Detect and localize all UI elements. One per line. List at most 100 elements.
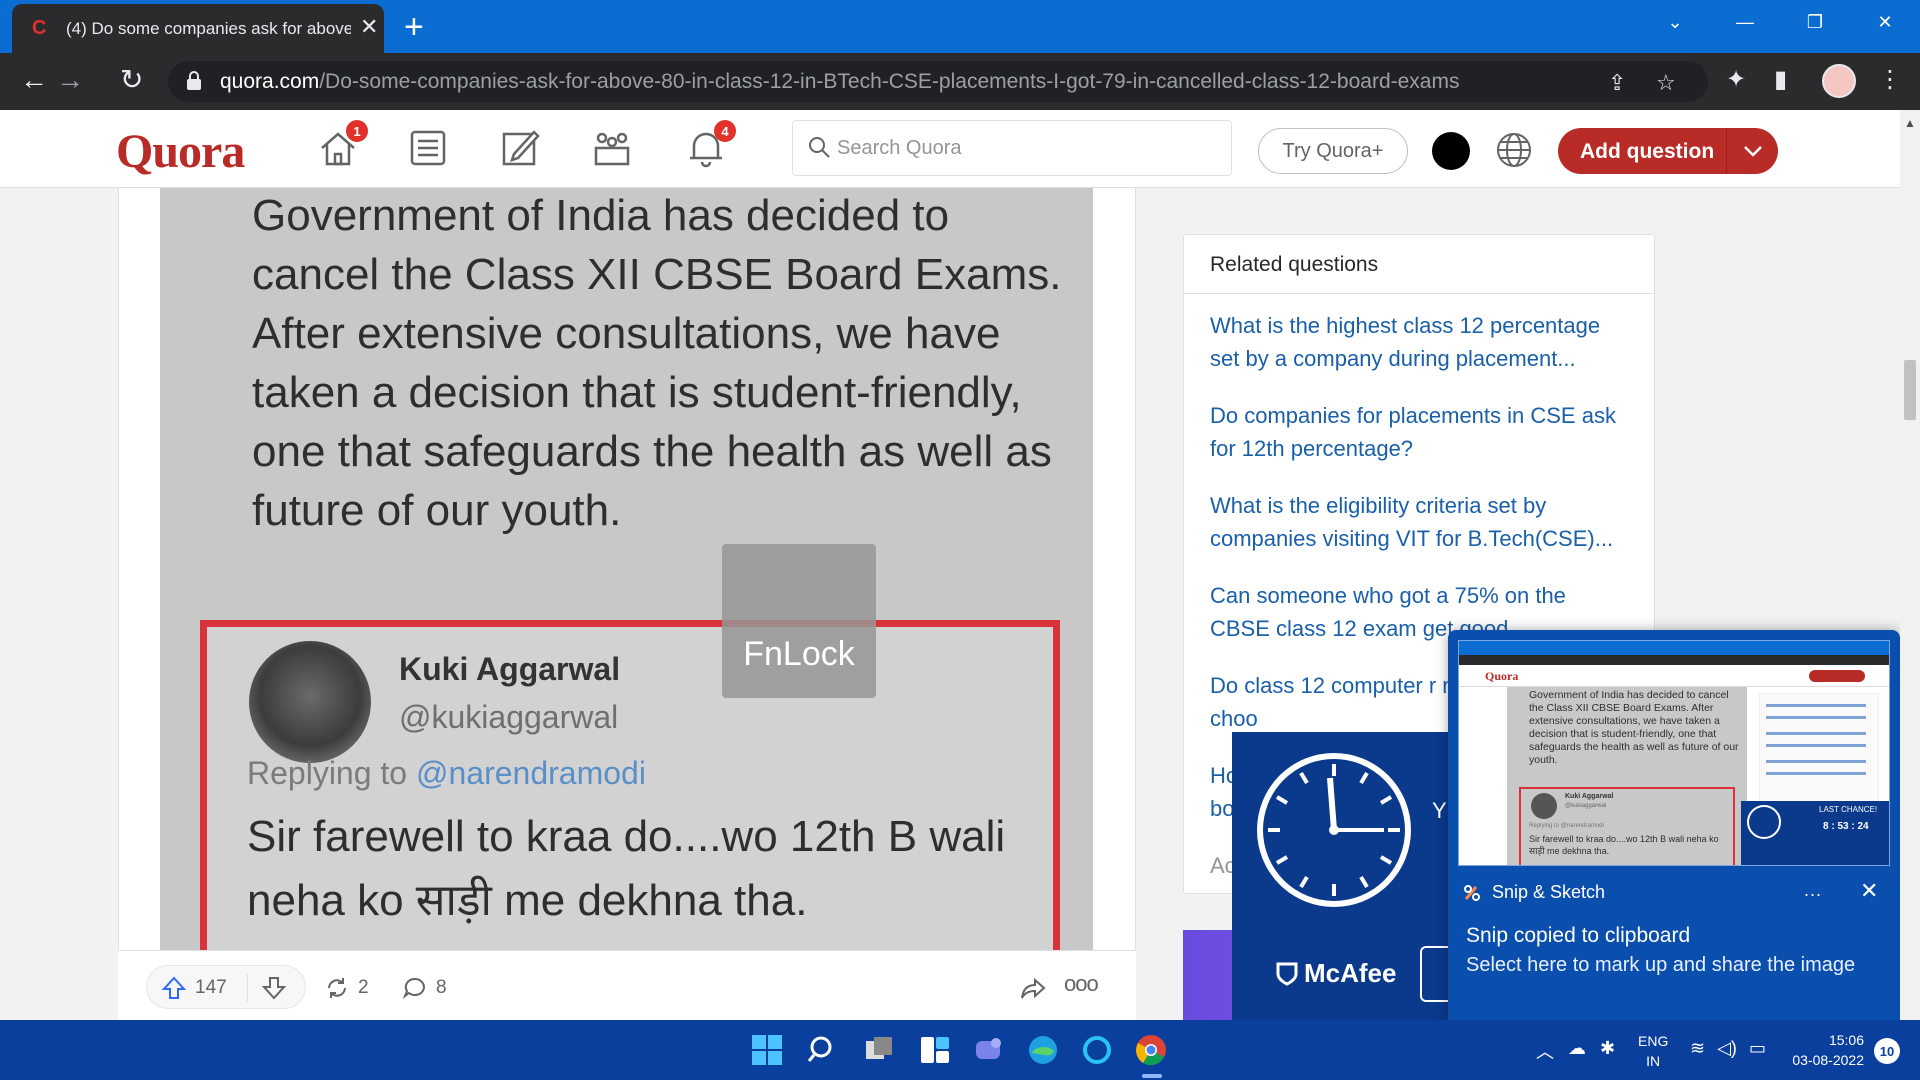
notification-count-badge[interactable]: 10	[1874, 1038, 1900, 1064]
minimize-button[interactable]: —	[1710, 0, 1780, 44]
language-indicator[interactable]: ENG IN	[1638, 1031, 1668, 1071]
profile-avatar[interactable]	[1822, 64, 1856, 98]
related-question-link[interactable]: What is the eligibility criteria set by …	[1210, 489, 1630, 555]
chevron-up-icon[interactable]: ︿	[1536, 1038, 1554, 1064]
extensions-puzzle-icon[interactable]: ✦	[1726, 65, 1746, 94]
snip-thumbnail[interactable]: Quora Government of India has decided to…	[1458, 640, 1890, 866]
thumb-reply-name: Kuki Aggarwal	[1565, 793, 1614, 800]
chrome-icon[interactable]	[1134, 1033, 1168, 1067]
back-arrow-icon[interactable]: ←	[20, 65, 48, 95]
network-sound-battery[interactable]: ≋ ◁) ▭	[1690, 1038, 1766, 1059]
thumb-tabbar	[1459, 641, 1889, 655]
search-box[interactable]	[792, 120, 1232, 176]
related-question-link[interactable]: Do companies for placements in CSE ask f…	[1210, 399, 1630, 465]
reply-avatar	[249, 641, 371, 763]
thumb-mcafee: LAST CHANCE! 8 : 53 : 24	[1741, 801, 1889, 865]
close-window-button[interactable]: ✕	[1850, 0, 1920, 44]
forward-arrow-icon[interactable]: →	[56, 65, 84, 95]
edit-pencil-icon	[502, 130, 540, 166]
nav-following[interactable]	[406, 126, 456, 172]
thumb-reply: Kuki Aggarwal @kukiaggarwal Replying to …	[1519, 787, 1735, 865]
scroll-thumb[interactable]	[1904, 360, 1916, 420]
quora-favicon-icon: C	[32, 17, 47, 39]
share-out-button[interactable]	[1020, 975, 1046, 1001]
toast-subtitle: Select here to mark up and share the ima…	[1466, 954, 1856, 976]
url-text: quora.com/Do-some-companies-ask-for-abov…	[220, 70, 1460, 93]
fnlock-osd: FnLock	[722, 544, 876, 698]
chrome-menu-icon[interactable]: ⋮	[1878, 65, 1902, 94]
add-question-button[interactable]: Add question	[1558, 128, 1778, 174]
snip-sketch-notification[interactable]: Quora Government of India has decided to…	[1448, 630, 1900, 1020]
windows-start-icon[interactable]	[750, 1033, 784, 1067]
toast-close-icon[interactable]: ✕	[1860, 878, 1878, 904]
battery-icon: ▭	[1748, 1038, 1766, 1058]
tab-title: (4) Do some companies ask for above 80 i…	[66, 19, 351, 38]
nav-home[interactable]: 1	[316, 120, 368, 172]
related-question-link[interactable]: What is the highest class 12 percentage …	[1210, 309, 1630, 375]
new-tab-button[interactable]: +	[404, 8, 424, 47]
thumb-replying: Replying to @narendramodi	[1529, 823, 1604, 829]
teams-chat-icon[interactable]	[972, 1033, 1006, 1067]
vote-pill: 147	[146, 965, 306, 1009]
thumb-last-chance: LAST CHANCE!	[1819, 805, 1878, 814]
taskbar-clock[interactable]: 15:06 03-08-2022	[1784, 1030, 1864, 1070]
nav-answer[interactable]	[498, 126, 548, 172]
globe-language-icon[interactable]	[1494, 130, 1534, 170]
bookmark-star-icon[interactable]: ☆	[1656, 70, 1676, 96]
toast-more-icon[interactable]: ...	[1804, 880, 1822, 901]
cortana-icon[interactable]	[1080, 1033, 1114, 1067]
search-input[interactable]	[837, 133, 1217, 163]
thumb-answer-image: Government of India has decided to cance…	[1507, 687, 1747, 865]
address-bar[interactable]: quora.com/Do-some-companies-ask-for-abov…	[168, 61, 1708, 102]
more-options-icon[interactable]: ooo	[1064, 971, 1099, 997]
bluetooth-icon[interactable]: ✱	[1600, 1038, 1615, 1064]
add-question-divider	[1726, 128, 1727, 174]
task-view-icon[interactable]	[862, 1033, 896, 1067]
toast-app-header: Snip & Sketch	[1462, 882, 1605, 903]
chevron-down-icon[interactable]	[1740, 138, 1766, 164]
thumb-reply-avatar	[1531, 793, 1557, 819]
mcafee-brand-label: McAfee	[1304, 958, 1397, 988]
comment-button[interactable]: 8	[402, 975, 447, 1001]
quora-logo[interactable]: Quora	[116, 124, 245, 179]
nav-spaces[interactable]	[590, 126, 640, 172]
edge-browser-icon[interactable]	[1026, 1033, 1060, 1067]
spaces-people-icon	[594, 132, 630, 166]
tab-search-icon[interactable]: ⌄	[1640, 0, 1710, 44]
search-icon[interactable]	[806, 1033, 840, 1067]
tab-close-icon[interactable]: ✕	[360, 16, 378, 38]
related-questions-title: Related questions	[1210, 253, 1379, 276]
reply-author-handle: @kukiaggarwal	[399, 699, 619, 735]
thumb-clock-icon	[1747, 805, 1781, 839]
reload-icon[interactable]: ↻	[120, 65, 143, 95]
user-avatar[interactable]	[1432, 132, 1470, 170]
share-icon[interactable]: ⇪	[1608, 70, 1626, 96]
widgets-icon[interactable]	[918, 1033, 952, 1067]
vote-divider	[247, 974, 248, 1002]
mcafee-shield-icon	[1276, 962, 1298, 986]
upvote-arrow-icon[interactable]	[161, 975, 187, 1001]
page-scrollbar[interactable]: ▲	[1900, 110, 1920, 1020]
mcafee-partial-text: Y	[1432, 798, 1447, 823]
nav-notifications[interactable]: 4	[684, 120, 736, 172]
downvote-arrow-icon[interactable]	[261, 975, 287, 1001]
window-controls: ⌄ — ❐ ✕	[1640, 0, 1920, 44]
share-arrow-icon	[1021, 977, 1046, 999]
scroll-up-icon[interactable]: ▲	[1904, 116, 1916, 130]
thumb-related	[1759, 693, 1879, 813]
thumb-reply-handle: @kukiaggarwal	[1565, 803, 1607, 809]
windows-taskbar: ︿ ☁ ✱ ENG IN ≋ ◁) ▭ 15:06 03-08-2022 10	[0, 1020, 1920, 1080]
mcafee-brand: McAfee	[1276, 958, 1396, 989]
language-code: ENG	[1638, 1033, 1669, 1049]
share-button[interactable]: 2	[324, 975, 369, 1001]
try-quora-plus-button[interactable]: Try Quora+	[1258, 128, 1408, 174]
side-panel-icon[interactable]: ▮	[1774, 65, 1787, 94]
restore-button[interactable]: ❐	[1780, 0, 1850, 44]
toast-app-name: Snip & Sketch	[1492, 882, 1606, 902]
speaker-icon: ◁)	[1717, 1038, 1737, 1058]
browser-tab[interactable]: C (4) Do some companies ask for above 80…	[12, 4, 384, 53]
thumb-quora-logo: Quora	[1485, 669, 1519, 683]
reply-tweet: Kuki Aggarwal @kukiaggarwal Replying to …	[200, 620, 1060, 950]
onedrive-cloud-icon[interactable]: ☁	[1568, 1038, 1586, 1064]
active-app-indicator	[1142, 1074, 1162, 1078]
